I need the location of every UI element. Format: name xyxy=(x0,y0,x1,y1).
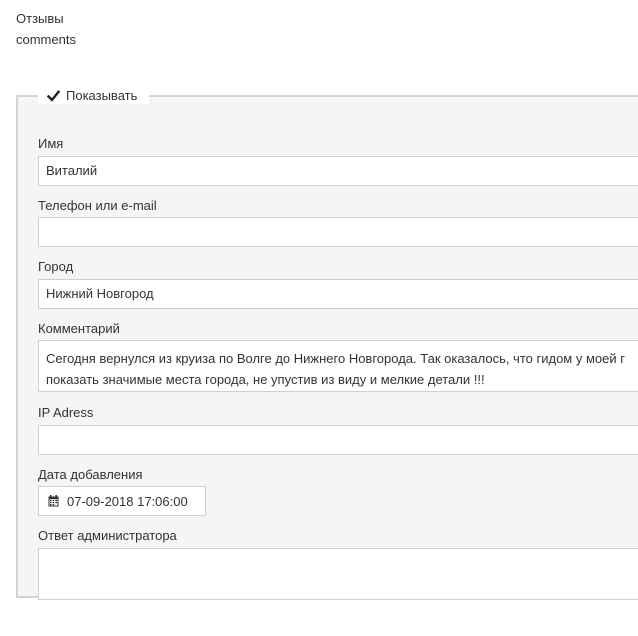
comment-line-1: Сегодня вернулся из круиза по Волге до Н… xyxy=(46,351,625,366)
city-input[interactable]: Нижний Новгород xyxy=(38,279,638,309)
show-checkbox[interactable] xyxy=(46,89,60,103)
form-legend: Показывать xyxy=(38,88,150,104)
city-label: Город xyxy=(38,259,74,274)
date-label: Дата добавления xyxy=(38,467,143,482)
contact-input[interactable] xyxy=(38,217,638,247)
name-input[interactable]: Виталий xyxy=(38,156,638,186)
show-label: Показывать xyxy=(66,88,138,103)
date-value: 07-09-2018 17:06:00 xyxy=(67,493,188,509)
contact-label: Телефон или e-mail xyxy=(38,198,157,213)
page-title-en: comments xyxy=(16,32,76,47)
page-title-ru: Отзывы xyxy=(16,11,64,26)
comment-textarea[interactable]: Сегодня вернулся из круиза по Волге до Н… xyxy=(38,340,638,392)
comment-label: Комментарий xyxy=(38,321,120,336)
date-input[interactable]: 07-09-2018 17:06:00 xyxy=(38,486,206,516)
comment-line-2: показать значимые места города, не упуст… xyxy=(46,372,485,387)
ip-input[interactable] xyxy=(38,425,638,455)
admin-reply-label: Ответ администратора xyxy=(38,528,177,543)
page-header: Отзывы comments xyxy=(16,8,76,50)
admin-reply-textarea[interactable] xyxy=(38,548,638,600)
page: Отзывы comments Показывать Имя Виталий Т… xyxy=(0,0,638,636)
name-label: Имя xyxy=(38,136,64,151)
check-icon xyxy=(46,90,60,102)
review-form: Показывать Имя Виталий Телефон или e-mai… xyxy=(16,88,638,600)
calendar-icon xyxy=(48,495,59,507)
ip-label: IP Adress xyxy=(38,405,94,420)
